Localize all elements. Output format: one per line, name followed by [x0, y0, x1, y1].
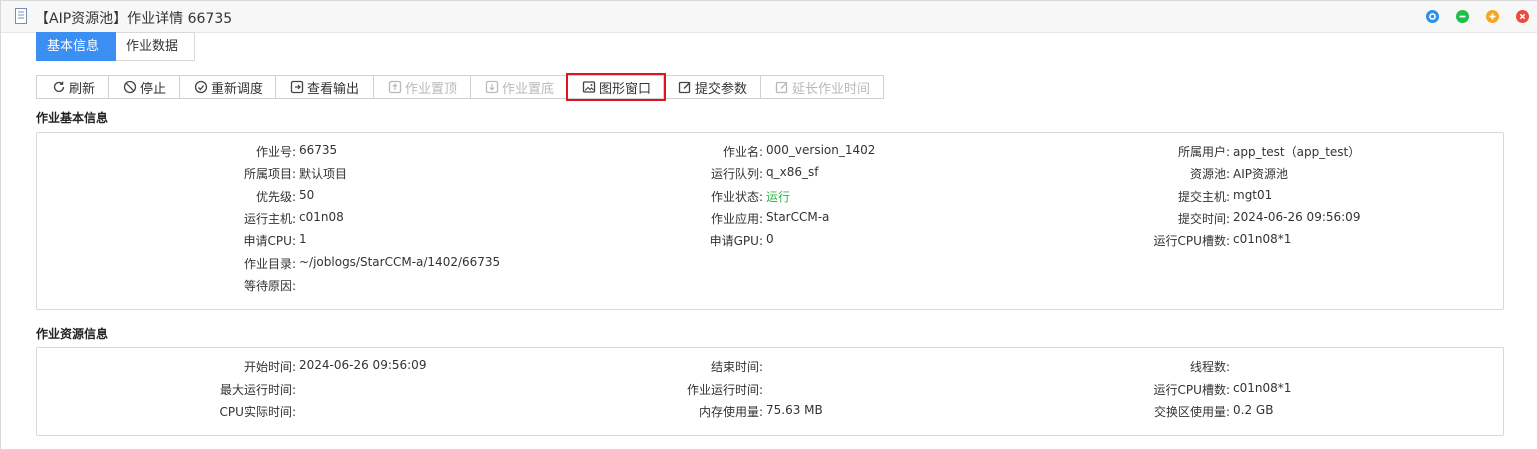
field-label: 运行队列:: [710, 167, 763, 182]
field-label: 提交时间:: [1177, 211, 1230, 226]
field-label: 申请GPU:: [709, 234, 763, 249]
field-value: 1: [299, 232, 307, 247]
submit-params-label: 提交参数: [695, 81, 748, 97]
tab-job-data[interactable]: 作业数据: [116, 32, 195, 61]
field-value: StarCCM-a: [766, 209, 830, 224]
job-top-label: 作业置顶: [405, 81, 458, 97]
refresh-icon: [53, 81, 65, 93]
resource-info-title: 作业资源信息: [36, 327, 109, 341]
graphic-window-button[interactable]: 图形窗口: [566, 73, 666, 101]
extend-time-button[interactable]: 延长作业时间: [761, 75, 884, 99]
view-output-button[interactable]: 查看输出: [276, 75, 374, 99]
field-value: 66735: [299, 143, 338, 157]
field-label: 运行CPU槽数:: [1153, 234, 1230, 249]
edit-icon: [678, 81, 691, 94]
reschedule-button[interactable]: 重新调度: [180, 75, 276, 99]
stop-button[interactable]: 停止: [109, 75, 180, 99]
edit-icon: [775, 81, 788, 94]
field-label: 作业应用:: [710, 211, 763, 226]
extend-time-label: 延长作业时间: [792, 81, 871, 97]
field-label: CPU实际时间:: [219, 405, 296, 419]
tab-basic-info[interactable]: 基本信息: [36, 32, 116, 61]
field-label: 线程数:: [1189, 360, 1230, 374]
title-bar: 【AIP资源池】作业详情 66735: [1, 1, 1537, 33]
field-label: 所属用户:: [1177, 145, 1230, 159]
maximize-icon: [1486, 10, 1499, 23]
stop-label: 停止: [140, 81, 167, 97]
view-output-label: 查看输出: [307, 81, 360, 97]
field-value: q_x86_sf: [766, 165, 819, 180]
reschedule-label: 重新调度: [211, 81, 264, 97]
image-window-icon: [582, 81, 596, 93]
job-top-button[interactable]: 作业置顶: [374, 75, 471, 99]
field-value: 75.63 MB: [766, 403, 823, 417]
field-label: 内存使用量:: [698, 405, 763, 419]
maximize-button[interactable]: [1486, 10, 1499, 23]
tab-bar: 基本信息 作业数据: [36, 32, 195, 61]
field-label: 作业目录:: [243, 256, 296, 271]
basic-info-panel: 作业号: 66735 所属项目: 默认项目 优先级: 50 运行主机: c01n08 申请CPU…: [36, 132, 1504, 310]
minimize-button[interactable]: [1456, 10, 1469, 23]
field-value: c01n08: [299, 209, 344, 224]
field-value: 000_version_1402: [766, 143, 876, 157]
output-icon: [290, 80, 304, 94]
job-detail-window: 【AIP资源池】作业详情 66735 基本信息 作业数据 刷新 停止 重新调度 …: [0, 0, 1538, 450]
field-label: 结束时间:: [710, 360, 763, 374]
field-value: mgt01: [1233, 187, 1273, 202]
close-icon: [1516, 10, 1529, 23]
reschedule-icon: [194, 80, 208, 94]
field-label: 开始时间:: [243, 360, 296, 374]
field-value: 0: [766, 232, 774, 247]
field-value: 运行: [766, 189, 791, 204]
restore-icon: [1426, 10, 1439, 23]
field-label: 最大运行时间:: [219, 382, 296, 397]
minimize-icon: [1456, 10, 1469, 23]
field-label: 等待原因:: [243, 278, 296, 293]
job-bottom-button[interactable]: 作业置底: [471, 75, 568, 99]
resource-info-panel: 开始时间: 2024-06-26 09:56:09 最大运行时间: CPU实际时间: 结…: [36, 347, 1504, 436]
field-value: 2024-06-26 09:56:09: [299, 358, 427, 372]
field-value: AIP资源池: [1233, 167, 1288, 182]
field-label: 提交主机:: [1177, 189, 1230, 204]
job-bottom-label: 作业置底: [502, 81, 555, 97]
field-label: 交换区使用量:: [1153, 405, 1230, 419]
field-value: 2024-06-26 09:56:09: [1233, 209, 1361, 224]
field-value: 50: [299, 187, 315, 202]
field-label: 所属项目:: [243, 167, 296, 182]
document-icon: [15, 8, 27, 24]
field-label: 运行CPU槽数:: [1153, 382, 1230, 397]
field-label: 作业状态:: [710, 189, 763, 204]
graphic-window-label: 图形窗口: [599, 81, 652, 97]
field-value: c01n08*1: [1233, 232, 1292, 247]
submit-params-button[interactable]: 提交参数: [664, 75, 761, 99]
field-value: 0.2 GB: [1233, 403, 1274, 417]
field-label: 申请CPU:: [243, 234, 296, 249]
field-label: 优先级:: [255, 189, 296, 204]
field-label: 作业名:: [722, 145, 763, 159]
field-label: 资源池:: [1189, 167, 1230, 182]
close-button[interactable]: [1516, 10, 1529, 23]
refresh-button[interactable]: 刷新: [36, 75, 109, 99]
field-label: 运行主机:: [243, 211, 296, 226]
restore-button[interactable]: [1426, 10, 1439, 23]
field-value: 默认项目: [299, 167, 348, 182]
field-label: 作业运行时间:: [686, 382, 763, 397]
basic-info-title: 作业基本信息: [36, 111, 109, 125]
window-title: 【AIP资源池】作业详情 66735: [35, 11, 233, 27]
move-top-icon: [388, 80, 402, 94]
field-value: ~/joblogs/StarCCM-a/1402/66735: [299, 254, 501, 269]
stop-icon: [123, 80, 137, 94]
move-bottom-icon: [485, 80, 499, 94]
field-value: c01n08*1: [1233, 380, 1292, 395]
job-toolbar: 刷新 停止 重新调度 查看输出 作业置顶 作业置底 图形窗口 提交参数 延长作业…: [36, 73, 884, 101]
field-label: 作业号:: [255, 145, 296, 159]
refresh-label: 刷新: [69, 81, 96, 97]
field-value: app_test（app_test）: [1233, 145, 1361, 159]
